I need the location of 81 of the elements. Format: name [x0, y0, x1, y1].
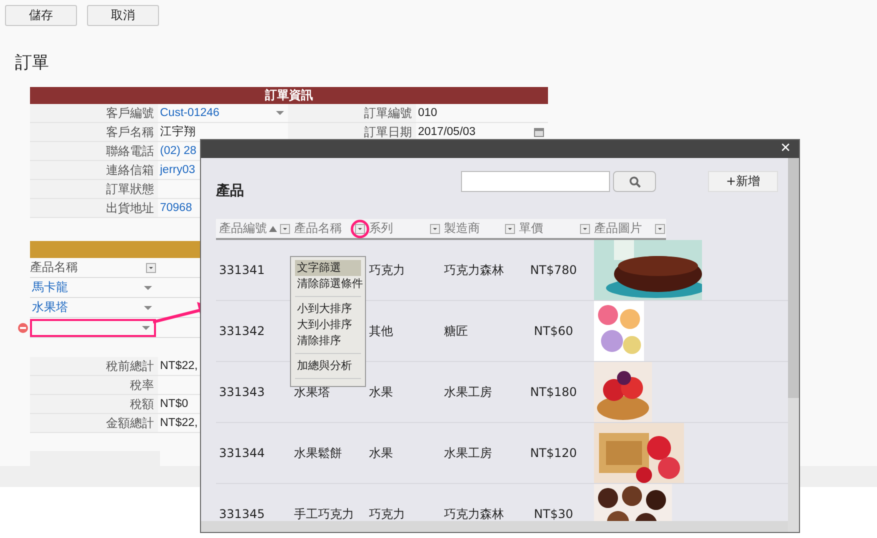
- field-label: 訂單狀態: [30, 180, 158, 198]
- menu-item[interactable]: 文字篩選: [295, 260, 361, 276]
- table-cell: 水果鬆餅: [294, 446, 342, 460]
- field-link[interactable]: (02) 28: [160, 142, 196, 160]
- product-select[interactable]: [30, 318, 156, 336]
- dropdown-caret-icon[interactable]: [276, 111, 284, 115]
- field-value: NT$0: [160, 397, 188, 412]
- menu-item[interactable]: 加總與分析: [295, 358, 361, 374]
- filter-icon[interactable]: [146, 262, 156, 272]
- table-cell-text: 水果: [368, 444, 394, 462]
- horizontal-scrollbar[interactable]: [201, 521, 788, 532]
- field-value: 江宇翔: [160, 124, 196, 140]
- field-label: 稅率: [30, 376, 158, 394]
- add-button[interactable]: +新增: [708, 171, 778, 192]
- column-header[interactable]: 單價: [519, 220, 543, 237]
- field-value: NT$22,: [160, 359, 198, 374]
- section-header: 訂單資訊: [30, 87, 548, 104]
- table-cell-text: 331344: [218, 446, 266, 460]
- table-cell-text: 巧克力森林: [443, 506, 505, 521]
- field-label: 金額總計: [30, 414, 158, 432]
- menu-item[interactable]: 清除篩選條件: [295, 276, 361, 292]
- field-label: 客戶名稱: [30, 123, 158, 141]
- filter-icon[interactable]: [280, 224, 290, 234]
- field-value: 010: [418, 106, 438, 121]
- table-cell-text: 水果工房: [443, 384, 493, 400]
- table-cell: 手工巧克力: [294, 506, 354, 520]
- table-cell-text: 其他: [368, 322, 394, 340]
- menu-item[interactable]: 小到大排序: [295, 301, 361, 317]
- table-cell-text: 糖匠: [443, 322, 469, 340]
- table-cell-text: NT$60: [532, 324, 574, 338]
- filter-icon[interactable]: [355, 224, 365, 234]
- field-label: 訂單編號: [288, 104, 416, 122]
- table-cell-text: 巧克力: [368, 262, 406, 278]
- field-link[interactable]: Cust-01246: [160, 104, 220, 122]
- menu-item[interactable]: 清除排序: [295, 333, 361, 349]
- table-cell-text: 331345: [218, 507, 266, 521]
- filter-icon[interactable]: [430, 224, 440, 234]
- search-button[interactable]: [613, 171, 656, 192]
- field-value: NT$22,: [160, 416, 198, 431]
- search-icon: [628, 176, 640, 188]
- table-cell-text: 331342: [218, 324, 266, 338]
- filter-icon[interactable]: [580, 224, 590, 234]
- column-header[interactable]: 產品編號: [219, 220, 267, 237]
- column-header[interactable]: 製造商: [444, 220, 480, 237]
- product-select[interactable]: 馬卡龍: [30, 278, 156, 296]
- table-cell-text: 巧克力森林: [443, 262, 505, 278]
- field-label: 聯絡電話: [30, 142, 158, 160]
- vertical-scrollbar[interactable]: [788, 158, 799, 532]
- table-cell-text: NT$180: [529, 385, 578, 399]
- field-label: 連絡信箱: [30, 161, 158, 179]
- toolbar-button[interactable]: 取消: [87, 5, 159, 26]
- field-label: 客戶編號: [30, 104, 158, 122]
- column-header: 產品名稱: [30, 259, 78, 276]
- toolbar-button[interactable]: 儲存: [5, 5, 77, 26]
- field-label: 稅額: [30, 395, 158, 413]
- menu-item[interactable]: 大到小排序: [295, 317, 361, 333]
- field-link[interactable]: 70968: [160, 199, 192, 217]
- table-cell-text: NT$120: [529, 446, 578, 460]
- table-cell-text: 331341: [218, 263, 266, 277]
- dialog-title: 產品: [216, 182, 245, 200]
- column-header[interactable]: 產品圖片: [594, 220, 642, 237]
- field-label: 稅前總計: [30, 357, 158, 375]
- table-cell-text: 水果: [368, 384, 394, 400]
- table-cell-text: 巧克力: [368, 506, 406, 521]
- remove-icon[interactable]: [18, 323, 28, 333]
- column-header[interactable]: 系列: [369, 220, 393, 237]
- filter-icon[interactable]: [655, 224, 665, 234]
- table-cell-text: NT$780: [529, 263, 578, 277]
- field-label: 出貨地址: [30, 199, 158, 217]
- product-select[interactable]: 水果塔: [30, 298, 156, 316]
- close-button[interactable]: ✕: [780, 142, 791, 156]
- column-header[interactable]: 產品名稱: [294, 220, 342, 237]
- field-value: 2017/05/03: [418, 125, 476, 140]
- field-link[interactable]: jerry03: [160, 161, 196, 179]
- table-cell-text: 水果工房: [443, 444, 493, 462]
- search-field[interactable]: [461, 171, 610, 192]
- table-cell-text: NT$30: [532, 507, 574, 521]
- filter-icon[interactable]: [505, 224, 515, 234]
- page-title: 訂單: [15, 52, 50, 73]
- calendar-icon[interactable]: [534, 127, 544, 137]
- table-cell-text: 331343: [218, 385, 266, 399]
